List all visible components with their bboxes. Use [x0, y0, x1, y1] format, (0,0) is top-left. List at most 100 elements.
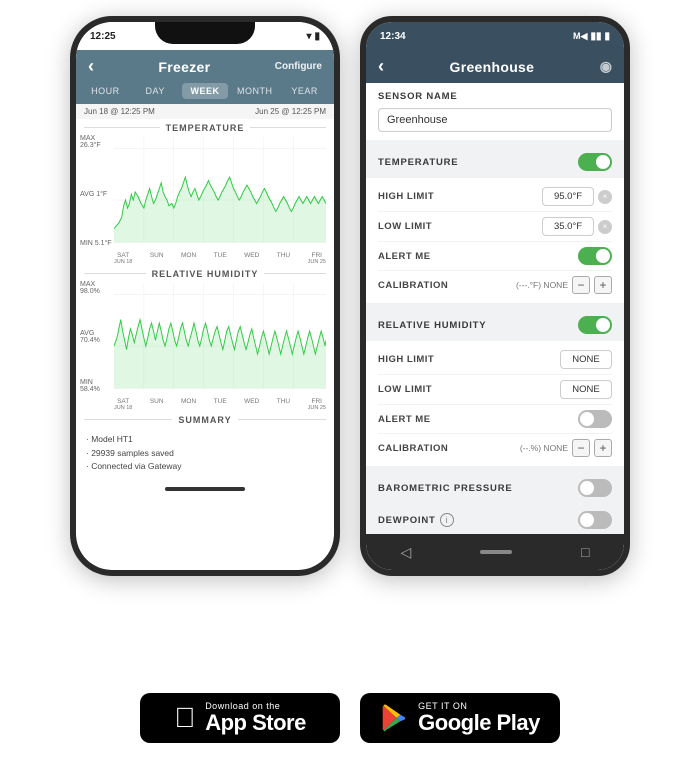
high-limit-label: HIGH LIMIT: [378, 191, 434, 202]
google-play-main: Google Play: [418, 711, 540, 735]
low-limit-value: 35.0°F ×: [542, 217, 612, 236]
google-play-text: GET IT ON Google Play: [418, 701, 540, 735]
humidity-settings: HIGH LIMIT NONE LOW LIMIT NONE: [366, 341, 624, 466]
tab-day[interactable]: DAY: [132, 83, 179, 99]
hum-low-limit-label: LOW LIMIT: [378, 384, 432, 395]
temp-chart-area: MAX 26.3°F AVG 1°F MIN 5.1°F: [76, 135, 334, 265]
temp-x-labels: SATJUN 18 SUN MON TUE WED THU FRIJUN 25: [114, 252, 326, 265]
alert-me-toggle[interactable]: [578, 247, 612, 265]
hum-calib-minus[interactable]: −: [572, 439, 590, 457]
baro-row: BAROMETRIC PRESSURE: [366, 472, 624, 504]
humidity-section-label: RELATIVE HUMIDITY: [378, 320, 486, 331]
low-limit-clear[interactable]: ×: [598, 220, 612, 234]
humidity-header-row: RELATIVE HUMIDITY: [366, 309, 624, 341]
humidity-svg-chart: [114, 283, 326, 409]
x-sun: SUN: [150, 252, 164, 265]
baro-label: BAROMETRIC PRESSURE: [378, 483, 513, 494]
sensor-name-input[interactable]: [378, 108, 612, 132]
summary-section: SUMMARY · Model HT1 · 29939 samples save…: [76, 411, 334, 480]
hum-calib-label: CALIBRATION: [378, 443, 448, 454]
right-eye-icon[interactable]: ◉: [600, 58, 612, 75]
battery-icon: ▮: [314, 31, 320, 42]
app-store-main: App Store: [205, 711, 306, 735]
sensor-name-section: SENSOR NAME: [366, 83, 624, 140]
hum-high-limit-box[interactable]: NONE: [560, 350, 612, 369]
temperature-section: TEMPERATURE HIGH LIMIT 95.0°F × LOW: [366, 146, 624, 303]
configure-button[interactable]: Configure: [275, 61, 322, 72]
humidity-min-label: MIN 58.4%: [80, 379, 114, 393]
store-badges:  Download on the App Store GET IT ON Go…: [0, 683, 700, 757]
calibration-value: (---.°F) NONE: [516, 280, 568, 290]
humidity-x-labels: SATJUN 18 SUN MON TUE WED THU FRIJUN 25: [114, 398, 326, 411]
google-play-badge[interactable]: GET IT ON Google Play: [360, 693, 560, 743]
google-play-icon: [380, 704, 408, 732]
left-phone: 12:25 ▾ ▮ ‹ Freezer Configure HOUR DAY W…: [70, 16, 340, 576]
tab-year[interactable]: YEAR: [281, 83, 328, 99]
right-signal-icon: ▮▮: [590, 31, 601, 42]
temp-min-label: MIN 5.1°F: [80, 240, 114, 247]
low-limit-box[interactable]: 35.0°F: [542, 217, 594, 236]
temp-max-label: MAX 26.3°F: [80, 135, 114, 149]
humidity-toggle[interactable]: [578, 316, 612, 334]
humidity-y-labels: MAX 98.0% AVG 70.4% MIN 58.4%: [80, 281, 114, 393]
calibration-minus[interactable]: −: [572, 276, 590, 294]
high-limit-row: HIGH LIMIT 95.0°F ×: [378, 182, 612, 212]
baro-toggle[interactable]: [578, 479, 612, 497]
calibration-plus[interactable]: +: [594, 276, 612, 294]
summary-item-1: · 29939 samples saved: [86, 447, 324, 461]
app-store-badge[interactable]:  Download on the App Store: [140, 693, 340, 743]
humidity-chart-area: MAX 98.0% AVG 70.4% MIN 58.4%: [76, 281, 334, 411]
right-back-button[interactable]: ‹: [378, 56, 384, 77]
apple-icon: : [174, 702, 195, 734]
x-tue: TUE: [214, 252, 227, 265]
humidity-chart-section: RELATIVE HUMIDITY MAX 98.0% AVG 70.4% MI…: [76, 265, 334, 411]
left-home-indicator: [76, 480, 334, 498]
high-limit-box[interactable]: 95.0°F: [542, 187, 594, 206]
x-thu: THU: [277, 252, 290, 265]
low-limit-label: LOW LIMIT: [378, 221, 432, 232]
right-phone: 12:34 M◀ ▮▮ ▮ ‹ Greenhouse ◉ SENSOR NAME: [360, 16, 630, 576]
temperature-settings: HIGH LIMIT 95.0°F × LOW LIMIT 35.0°F ×: [366, 178, 624, 303]
temperature-toggle[interactable]: [578, 153, 612, 171]
calibration-value-row: (---.°F) NONE − +: [516, 276, 612, 294]
hum-low-limit-box[interactable]: NONE: [560, 380, 612, 399]
hum-alert-toggle[interactable]: [578, 410, 612, 428]
summary-item-0: · Model HT1: [86, 433, 324, 447]
hum-low-limit-row: LOW LIMIT NONE: [378, 375, 612, 405]
nav-recents-icon[interactable]: □: [581, 544, 589, 560]
dewpoint-toggle[interactable]: [578, 511, 612, 529]
dewpoint-row: DEWPOINT i: [366, 504, 624, 534]
dewpoint-info-icon[interactable]: i: [440, 513, 454, 527]
right-screen: 12:34 M◀ ▮▮ ▮ ‹ Greenhouse ◉ SENSOR NAME: [366, 22, 624, 570]
config-content: SENSOR NAME TEMPERATURE HIGH LIMIT 95.0°…: [366, 83, 624, 534]
hum-high-limit-value: NONE: [560, 350, 612, 369]
date-end: Jun 25 @ 12:25 PM: [255, 107, 326, 116]
date-start: Jun 18 @ 12:25 PM: [84, 107, 155, 116]
hum-alert-label: ALERT ME: [378, 414, 431, 425]
left-back-button[interactable]: ‹: [88, 56, 94, 77]
summary-title: SUMMARY: [76, 411, 334, 427]
temp-svg-chart: [114, 137, 326, 263]
bottom-nav: ◁ □: [366, 534, 624, 570]
hum-calib-plus[interactable]: +: [594, 439, 612, 457]
high-limit-clear[interactable]: ×: [598, 190, 612, 204]
nav-back-icon[interactable]: ◁: [400, 544, 411, 561]
home-bar: [165, 487, 245, 491]
left-header-title: Freezer: [158, 59, 210, 75]
left-header: ‹ Freezer Configure: [76, 50, 334, 83]
tab-week[interactable]: WEEK: [182, 83, 229, 99]
humidity-avg-label: AVG 70.4%: [80, 330, 114, 344]
temperature-label: TEMPERATURE: [378, 157, 458, 168]
left-status-icons: ▾ ▮: [306, 31, 320, 42]
temp-chart-title: TEMPERATURE: [76, 119, 334, 135]
dewpoint-label: DEWPOINT: [378, 515, 436, 526]
temp-avg-label: AVG 1°F: [80, 191, 114, 198]
hum-low-limit-value: NONE: [560, 380, 612, 399]
tab-month[interactable]: MONTH: [231, 83, 278, 99]
home-indicator-right: [480, 550, 512, 554]
tab-hour[interactable]: HOUR: [82, 83, 129, 99]
hum-calib-row: CALIBRATION (--.%) NONE − +: [378, 434, 612, 462]
app-store-text: Download on the App Store: [205, 701, 306, 735]
humidity-chart-title: RELATIVE HUMIDITY: [76, 265, 334, 281]
calibration-stepper: − +: [572, 276, 612, 294]
